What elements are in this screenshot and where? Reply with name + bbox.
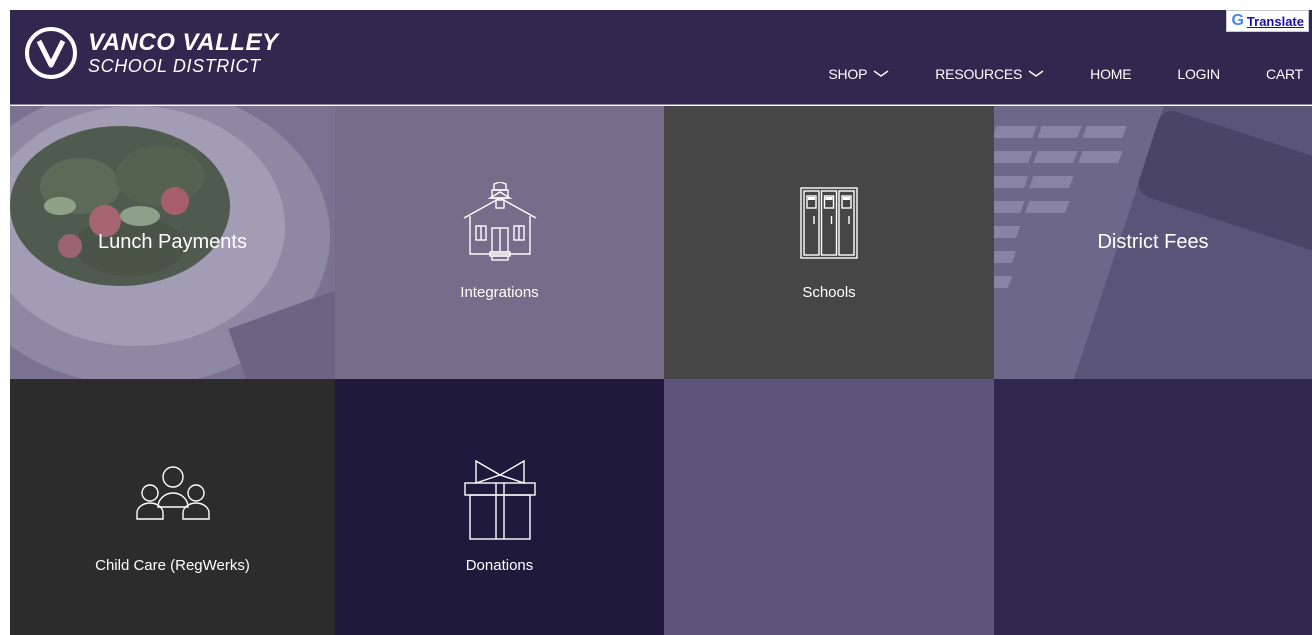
page-frame: VANCO VALLEY SCHOOL DISTRICT G Translate… — [10, 10, 1312, 635]
logo-text: VANCO VALLEY SCHOOL DISTRICT — [88, 29, 279, 76]
tile-label: Child Care (RegWerks) — [95, 557, 250, 574]
nav-shop-label: SHOP — [828, 66, 868, 82]
nav-resources[interactable]: RESOURCES — [935, 66, 1044, 82]
tile-child-care[interactable]: Child Care (RegWerks) — [10, 379, 335, 635]
nav-login[interactable]: LOGIN — [1177, 66, 1220, 82]
nav-resources-label: RESOURCES — [935, 66, 1023, 82]
vanco-logo-icon — [25, 27, 77, 79]
tile-district-fees[interactable]: District Fees — [994, 106, 1312, 379]
gift-box-icon — [463, 459, 536, 540]
nav-cart-label: CART — [1265, 66, 1303, 82]
tile-lunch-payments[interactable]: Lunch Payments — [10, 106, 335, 379]
nav-shop[interactable]: SHOP — [828, 66, 889, 82]
tile-schools[interactable]: Schools — [664, 106, 994, 379]
tile-label: Integrations — [460, 284, 539, 301]
nav-cart[interactable]: CART — [1266, 66, 1303, 82]
people-group-icon — [135, 466, 210, 520]
translate-link[interactable]: Translate — [1247, 14, 1304, 29]
google-icon: G — [1231, 12, 1244, 29]
lockers-icon — [800, 187, 858, 259]
logo-title: VANCO VALLEY — [88, 29, 279, 56]
chevron-down-icon — [1028, 70, 1044, 77]
tile-empty — [664, 379, 994, 635]
tile-label: District Fees — [1097, 231, 1209, 253]
tile-empty — [994, 379, 1312, 635]
district-logo[interactable]: VANCO VALLEY SCHOOL DISTRICT — [24, 26, 278, 80]
main-nav: SHOP RESOURCES HOME LOGIN CART — [828, 66, 1312, 82]
nav-home-label: HOME — [1090, 66, 1132, 82]
chevron-down-icon — [873, 70, 889, 77]
tile-label: Donations — [465, 557, 534, 574]
nav-login-label: LOGIN — [1177, 66, 1220, 82]
tile-label: Lunch Payments — [98, 231, 247, 253]
logo-subtitle: SCHOOL DISTRICT — [88, 56, 261, 76]
schoolhouse-icon — [463, 182, 536, 261]
site-header: VANCO VALLEY SCHOOL DISTRICT G Translate… — [10, 10, 1312, 105]
nav-home[interactable]: HOME — [1090, 66, 1131, 82]
google-translate-widget[interactable]: G Translate — [1226, 10, 1309, 32]
tile-label: Schools — [802, 284, 856, 301]
tile-donations[interactable]: Donations — [335, 379, 664, 635]
tile-integrations[interactable]: Integrations — [335, 106, 664, 379]
